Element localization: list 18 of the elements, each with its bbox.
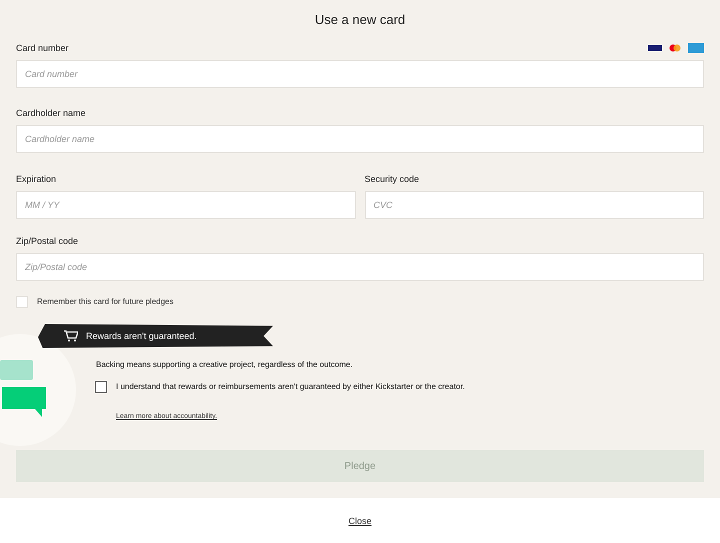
text-field[interactable]: CVC <box>364 190 704 219</box>
notice-text: Backing means supporting a creative project, regardless of the outcome. <box>96 360 354 369</box>
text-field[interactable]: Cardholder name <box>16 125 704 154</box>
text-field[interactable]: MM / YY <box>16 190 356 219</box>
field-label: Expiration <box>16 174 56 184</box>
checkbox-label: I understand that rewards or reimbursements aren't guaranteed by either Kickstarter or the creator. <box>116 382 465 392</box>
field-label: Security code <box>364 174 420 184</box>
close-link[interactable]: Close <box>348 516 372 526</box>
field-label: Zip/Postal code <box>16 236 78 246</box>
field-label: Card number <box>16 43 69 53</box>
dialog-title: Use a new card <box>314 12 406 27</box>
cart-icon <box>64 330 78 342</box>
banner-text: Rewards aren't guaranteed. <box>86 330 197 341</box>
text-field[interactable]: Zip/Postal code <box>16 252 704 281</box>
checkbox[interactable] <box>95 380 107 393</box>
field-label: Cardholder name <box>16 108 86 118</box>
text-field[interactable]: Card number <box>16 60 704 88</box>
checkbox-label: Remember this card for future pledges <box>37 297 174 306</box>
